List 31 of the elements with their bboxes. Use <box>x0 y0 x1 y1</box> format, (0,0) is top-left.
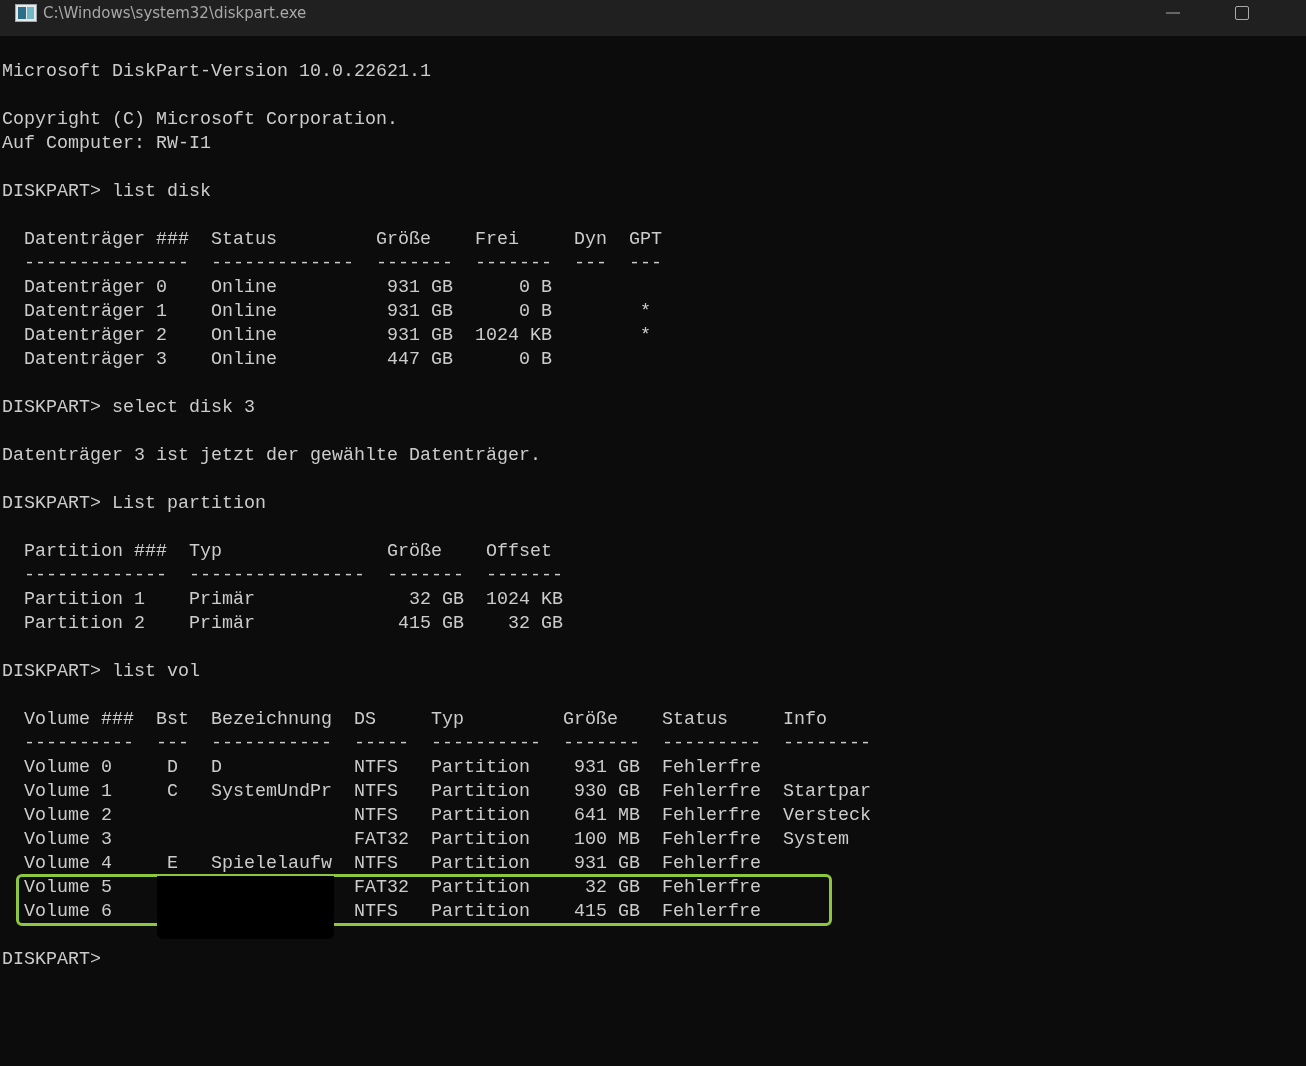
maximize-icon[interactable] <box>1235 6 1249 20</box>
console-line: Volume 1 C SystemUndPr NTFS Partition 930 GB Fehlerfre Startpar <box>23 780 871 804</box>
console-line: Volume 4 E Spielelaufw NTFS Partition 931 GB Fehlerfre <box>23 852 761 876</box>
console-line: DISKPART> <box>2 948 101 972</box>
console-line: Partition ### Typ Größe Offset <box>23 540 552 564</box>
console-line: Auf Computer: RW-I1 <box>2 132 211 156</box>
console-line: --------------- ------------- ------- ------- --- --- <box>23 252 662 276</box>
console-line: Microsoft DiskPart-Version 10.0.22621.1 <box>2 60 431 84</box>
console-line: Datenträger ### Status Größe Frei Dyn GPT <box>23 228 662 252</box>
console-line: Volume 3 FAT32 Partition 100 MB Fehlerfre System <box>23 828 849 852</box>
console-line: Datenträger 2 Online 931 GB 1024 KB * <box>23 324 651 348</box>
console-line: DISKPART> select disk 3 <box>2 396 255 420</box>
window-title: C:\Windows\system32\diskpart.exe <box>43 4 307 22</box>
console-line: Volume 0 D D NTFS Partition 931 GB Fehlerfre <box>23 756 761 780</box>
console-line: DISKPART> list disk <box>2 180 211 204</box>
console-line: DISKPART> List partition <box>2 492 266 516</box>
console-line: Volume ### Bst Bezeichnung DS Typ Größe Status Info <box>23 708 827 732</box>
console-line: Partition 2 Primär 415 GB 32 GB <box>23 612 563 636</box>
console-line: ------------- ---------------- ------- ------- <box>23 564 563 588</box>
console-line: Volume 2 NTFS Partition 641 MB Fehlerfre Versteck <box>23 804 871 828</box>
console-line: Datenträger 3 Online 447 GB 0 B <box>23 348 552 372</box>
console-line: Volume 5 FAT32 Partition 32 GB Fehlerfre <box>23 876 761 900</box>
console-line: Datenträger 0 Online 931 GB 0 B <box>23 276 552 300</box>
console-line: Volume 6 NTFS Partition 415 GB Fehlerfre <box>23 900 761 924</box>
console-line: Datenträger 1 Online 931 GB 0 B * <box>23 300 651 324</box>
console-line: Datenträger 3 ist jetzt der gewählte Datenträger. <box>2 444 541 468</box>
console-line: DISKPART> list vol <box>2 660 200 684</box>
console-line: Copyright (C) Microsoft Corporation. <box>2 108 398 132</box>
console-window-icon <box>15 4 37 22</box>
console-line: Partition 1 Primär 32 GB 1024 KB <box>23 588 563 612</box>
console-line: ---------- --- ----------- ----- ---------- ------- --------- -------- <box>23 732 871 756</box>
